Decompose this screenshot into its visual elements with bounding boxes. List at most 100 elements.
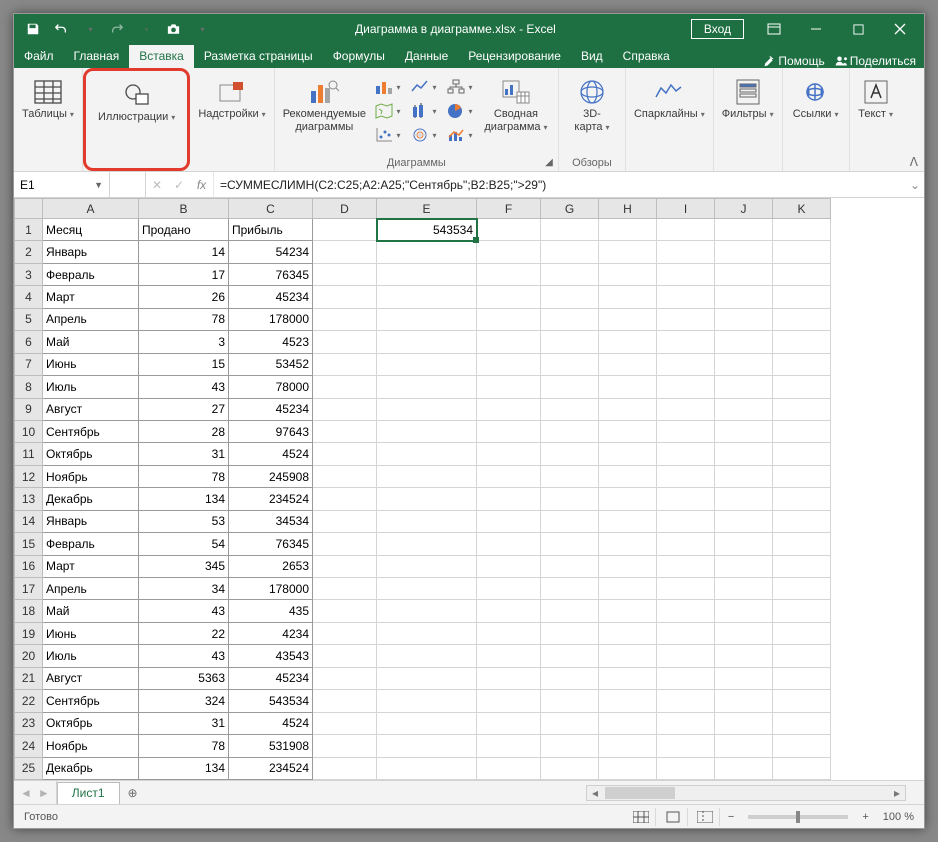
hierarchy-chart-icon[interactable] [444,76,476,98]
cell[interactable] [773,331,831,353]
cell[interactable] [773,667,831,689]
tab-review[interactable]: Рецензирование [458,45,571,68]
cell[interactable]: 28 [139,420,229,442]
col-header[interactable]: H [599,199,657,219]
cell[interactable] [377,510,477,532]
cell[interactable] [657,353,715,375]
signin-button[interactable]: Вход [691,19,744,39]
undo-icon[interactable] [48,16,74,42]
cell[interactable] [477,645,541,667]
cell[interactable] [773,219,831,241]
cell[interactable] [773,488,831,510]
spreadsheet-grid[interactable]: ABCDEFGHIJK 1МесяцПроданоПрибыль5435342Я… [14,198,924,780]
tab-file[interactable]: Файл [14,45,64,68]
cell[interactable] [313,219,377,241]
row-header[interactable]: 6 [15,331,43,353]
cell[interactable] [477,398,541,420]
col-header[interactable]: G [541,199,599,219]
select-all-corner[interactable] [15,199,43,219]
cell[interactable] [541,735,599,757]
cell[interactable] [377,757,477,780]
cell[interactable] [599,578,657,600]
cell[interactable] [377,465,477,487]
cell[interactable]: Октябрь [43,712,139,734]
cell[interactable]: 178000 [229,578,313,600]
cell[interactable] [773,443,831,465]
tab-home[interactable]: Главная [64,45,130,68]
cell[interactable]: Апрель [43,578,139,600]
cell[interactable] [377,533,477,555]
zoom-out-button[interactable]: − [724,811,738,823]
enter-formula-icon[interactable]: ✓ [168,172,190,197]
cell[interactable] [477,443,541,465]
row-header[interactable]: 16 [15,555,43,577]
cell[interactable] [599,376,657,398]
cell[interactable] [715,353,773,375]
cell[interactable] [377,578,477,600]
redo-dropdown[interactable] [132,16,158,42]
cell[interactable] [773,757,831,780]
cell[interactable] [599,622,657,644]
cell[interactable] [313,555,377,577]
cell[interactable] [657,667,715,689]
cell[interactable]: 17 [139,263,229,285]
row-header[interactable]: 19 [15,622,43,644]
cell[interactable]: Сентябрь [43,690,139,712]
cell[interactable]: 45234 [229,398,313,420]
cell[interactable]: 43 [139,600,229,622]
cell[interactable] [599,533,657,555]
cell[interactable] [541,398,599,420]
cell[interactable]: 54 [139,533,229,555]
cell[interactable] [657,645,715,667]
cell[interactable] [541,757,599,780]
col-header[interactable]: F [477,199,541,219]
row-header[interactable]: 22 [15,690,43,712]
redo-icon[interactable] [104,16,130,42]
cell[interactable]: 543534 [229,690,313,712]
cell[interactable] [773,712,831,734]
cell[interactable] [541,443,599,465]
pivotchart-button[interactable]: Сводная диаграмма [480,72,552,138]
cell[interactable] [657,308,715,330]
cell[interactable] [715,555,773,577]
cell[interactable] [377,286,477,308]
cell[interactable] [313,735,377,757]
cell[interactable]: Февраль [43,533,139,555]
cell[interactable] [377,398,477,420]
cell[interactable] [773,465,831,487]
cell[interactable] [599,219,657,241]
cell[interactable] [541,263,599,285]
cell[interactable] [715,263,773,285]
cell[interactable] [313,690,377,712]
sheet-nav[interactable]: ◄► [14,781,57,804]
cell[interactable] [657,241,715,263]
column-chart-icon[interactable] [372,76,404,98]
cell[interactable] [477,286,541,308]
cell[interactable]: Август [43,398,139,420]
cell[interactable] [773,263,831,285]
surface-chart-icon[interactable] [408,124,440,146]
qat-customize[interactable] [188,16,214,42]
cell[interactable] [541,578,599,600]
cell[interactable]: Июль [43,376,139,398]
cell[interactable]: 78 [139,465,229,487]
cell[interactable]: Март [43,286,139,308]
row-header[interactable]: 18 [15,600,43,622]
cell[interactable]: Декабрь [43,488,139,510]
cell[interactable] [715,308,773,330]
zoom-in-button[interactable]: + [858,811,872,823]
cell[interactable]: Ноябрь [43,735,139,757]
cell[interactable] [657,376,715,398]
col-header[interactable]: J [715,199,773,219]
cell[interactable] [313,712,377,734]
row-header[interactable]: 13 [15,488,43,510]
cell[interactable]: 134 [139,488,229,510]
cell[interactable] [657,712,715,734]
cell[interactable] [657,219,715,241]
cell[interactable]: 34534 [229,510,313,532]
cell[interactable]: 76345 [229,533,313,555]
cell[interactable] [313,622,377,644]
cell[interactable]: 234524 [229,757,313,780]
cell[interactable] [599,757,657,780]
tab-pagelayout[interactable]: Разметка страницы [194,45,323,68]
